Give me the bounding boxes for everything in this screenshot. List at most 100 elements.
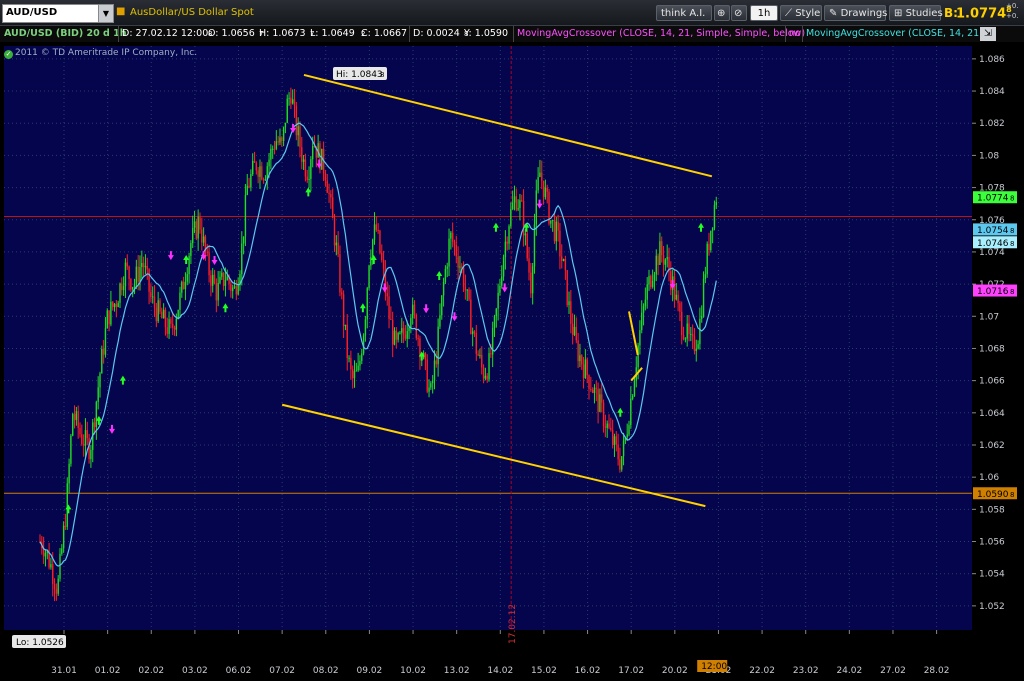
expand-icon[interactable]: ⇲ (980, 27, 996, 41)
y-tick-label: 1.066 (979, 377, 1005, 387)
candle-body (641, 312, 643, 331)
candle-body (402, 328, 405, 335)
pencil-icon: ✎ (829, 8, 838, 19)
info-low-main: L: 1.0649 (310, 28, 355, 39)
candle-body (297, 126, 299, 136)
candle-body (399, 332, 401, 334)
candle-body (235, 286, 238, 295)
candle-body (413, 304, 416, 315)
candle-body (199, 217, 201, 230)
candle-body (513, 196, 516, 203)
candle-body (433, 360, 436, 381)
candle-body (688, 323, 690, 335)
candle-body (615, 436, 617, 445)
candle-body (208, 252, 210, 276)
candle-body (70, 435, 72, 464)
candle-body (455, 244, 458, 257)
price-chart[interactable]: 1.052 1.054 1.056 1.058 1.06 1.062 1.064 1.066 1… (0, 44, 1024, 681)
price-tag-frac: 8 (1010, 195, 1014, 203)
search-icon[interactable]: ⊘ (731, 5, 747, 21)
candle-body (190, 243, 192, 256)
candle-body (335, 242, 338, 246)
candle-body (388, 296, 390, 319)
price-tag-value: 1.0754 (977, 226, 1009, 236)
high-label-frac: 8 (380, 71, 384, 79)
candle-body (633, 380, 636, 397)
info-open-main: O: 1.0656 (208, 28, 255, 39)
candle-body (601, 394, 603, 403)
candle-body (464, 286, 467, 291)
candle-body (259, 166, 261, 177)
candle-body (68, 463, 70, 484)
think-ai-button[interactable]: think A.I. (656, 5, 712, 21)
candle-body (244, 194, 247, 237)
candle-body (701, 316, 703, 319)
candle-body (232, 287, 234, 292)
candle-body (653, 274, 656, 281)
candle-body (584, 359, 587, 379)
studies-button[interactable]: ⊞ Studies (889, 5, 943, 21)
study-no-label: no (785, 26, 801, 42)
zoom-icon[interactable]: ⊕ (714, 5, 730, 21)
study-label-1[interactable]: MovingAvgCrossover (CLOSE, 14, 21, Simpl… (513, 26, 805, 42)
candle-body (213, 274, 216, 284)
chevron-down-icon[interactable]: ▼ (98, 5, 113, 22)
candle-body (404, 334, 407, 339)
candle-body (462, 267, 465, 287)
candle-body (253, 160, 256, 163)
candle-body (122, 286, 125, 291)
candle-body (586, 359, 588, 376)
candle-body (106, 310, 108, 329)
symbol-selector[interactable]: AUD/USD ▼ (2, 4, 114, 23)
candle-body (442, 282, 445, 296)
x-tick-label: 24.02 (836, 666, 862, 676)
candle-body (684, 338, 687, 340)
candle-body (102, 348, 105, 355)
x-tick-label: 10.02 (400, 666, 426, 676)
x-tick-label: 27.02 (880, 666, 906, 676)
candle-body (242, 236, 245, 244)
candle-body (588, 375, 590, 389)
candle-body (481, 354, 483, 368)
candle-body (602, 402, 605, 427)
candle-body (679, 303, 681, 312)
candle-body (431, 380, 434, 384)
candle-body (661, 241, 663, 256)
candle-body (108, 310, 110, 325)
candle-body (530, 272, 532, 294)
candle-body (528, 258, 530, 273)
timeframe-select[interactable]: 1h (750, 5, 778, 21)
candle-body (579, 355, 581, 362)
candle-body (662, 255, 665, 265)
candle-body (159, 300, 161, 312)
candle-body (230, 283, 232, 292)
candle-body (210, 275, 212, 286)
study-label-2[interactable]: MovingAvgCrossover (CLOSE, 14, 21... (802, 26, 988, 42)
candle-body (439, 315, 441, 327)
candle-body (621, 456, 623, 470)
info-y-main: Y: 1.0590 (464, 28, 509, 39)
candle-body (172, 323, 174, 328)
candle-body (628, 425, 630, 435)
candle-body (301, 147, 303, 162)
candle-body (426, 359, 428, 392)
candle-body (484, 375, 487, 379)
candle-body (350, 357, 352, 370)
style-button[interactable]: ⟋ Style (780, 5, 822, 21)
candle-body (86, 430, 88, 439)
candle-body (708, 243, 710, 251)
candle-body (535, 190, 537, 225)
candle-body (673, 276, 676, 300)
candle-body (521, 200, 523, 202)
drawings-button[interactable]: ✎ Drawings (824, 5, 887, 21)
candle-body (219, 276, 221, 283)
candle-body (84, 430, 87, 446)
candle-body (697, 344, 699, 349)
candle-body (393, 330, 396, 345)
y-tick-label: 1.082 (979, 119, 1005, 129)
candle-body (675, 294, 677, 300)
x-tick-label: 07.02 (269, 666, 295, 676)
style-label: Style (795, 8, 821, 19)
candle-body (124, 262, 127, 287)
info-icon[interactable]: ■ (116, 6, 125, 17)
